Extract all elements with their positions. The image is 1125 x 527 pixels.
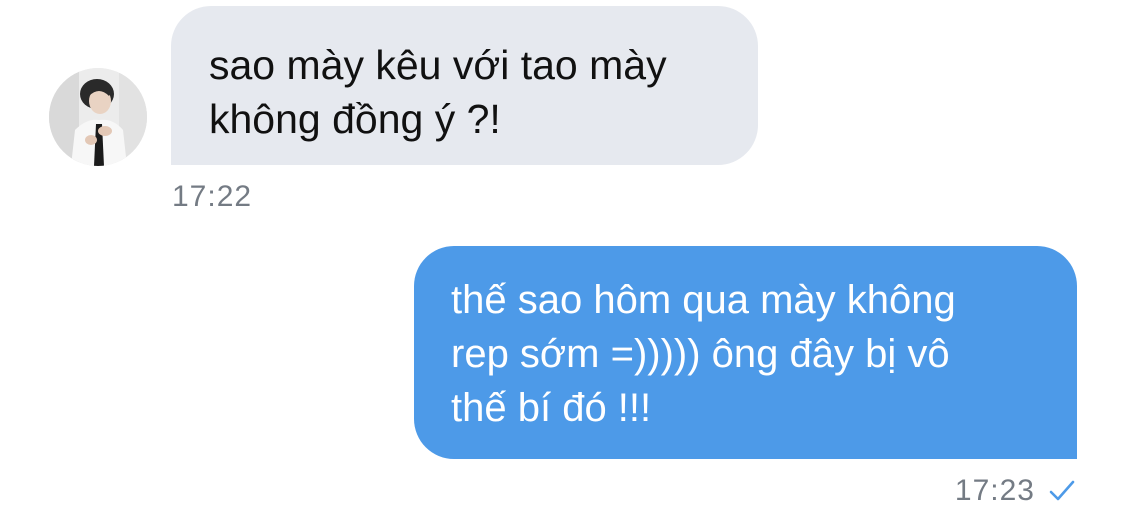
outgoing-message-meta: 17:23 (955, 474, 1075, 508)
outgoing-message-bubble[interactable]: thế sao hôm qua mày không rep sớm =)))))… (414, 246, 1077, 459)
avatar-photo (49, 68, 147, 166)
contact-avatar[interactable] (49, 68, 147, 166)
incoming-message-bubble[interactable]: sao mày kêu với tao mày không đồng ý ?! (171, 6, 758, 165)
outgoing-message-time: 17:23 (954, 474, 1035, 507)
checkmark-icon (1049, 480, 1075, 502)
incoming-message-time: 17:22 (172, 180, 253, 213)
